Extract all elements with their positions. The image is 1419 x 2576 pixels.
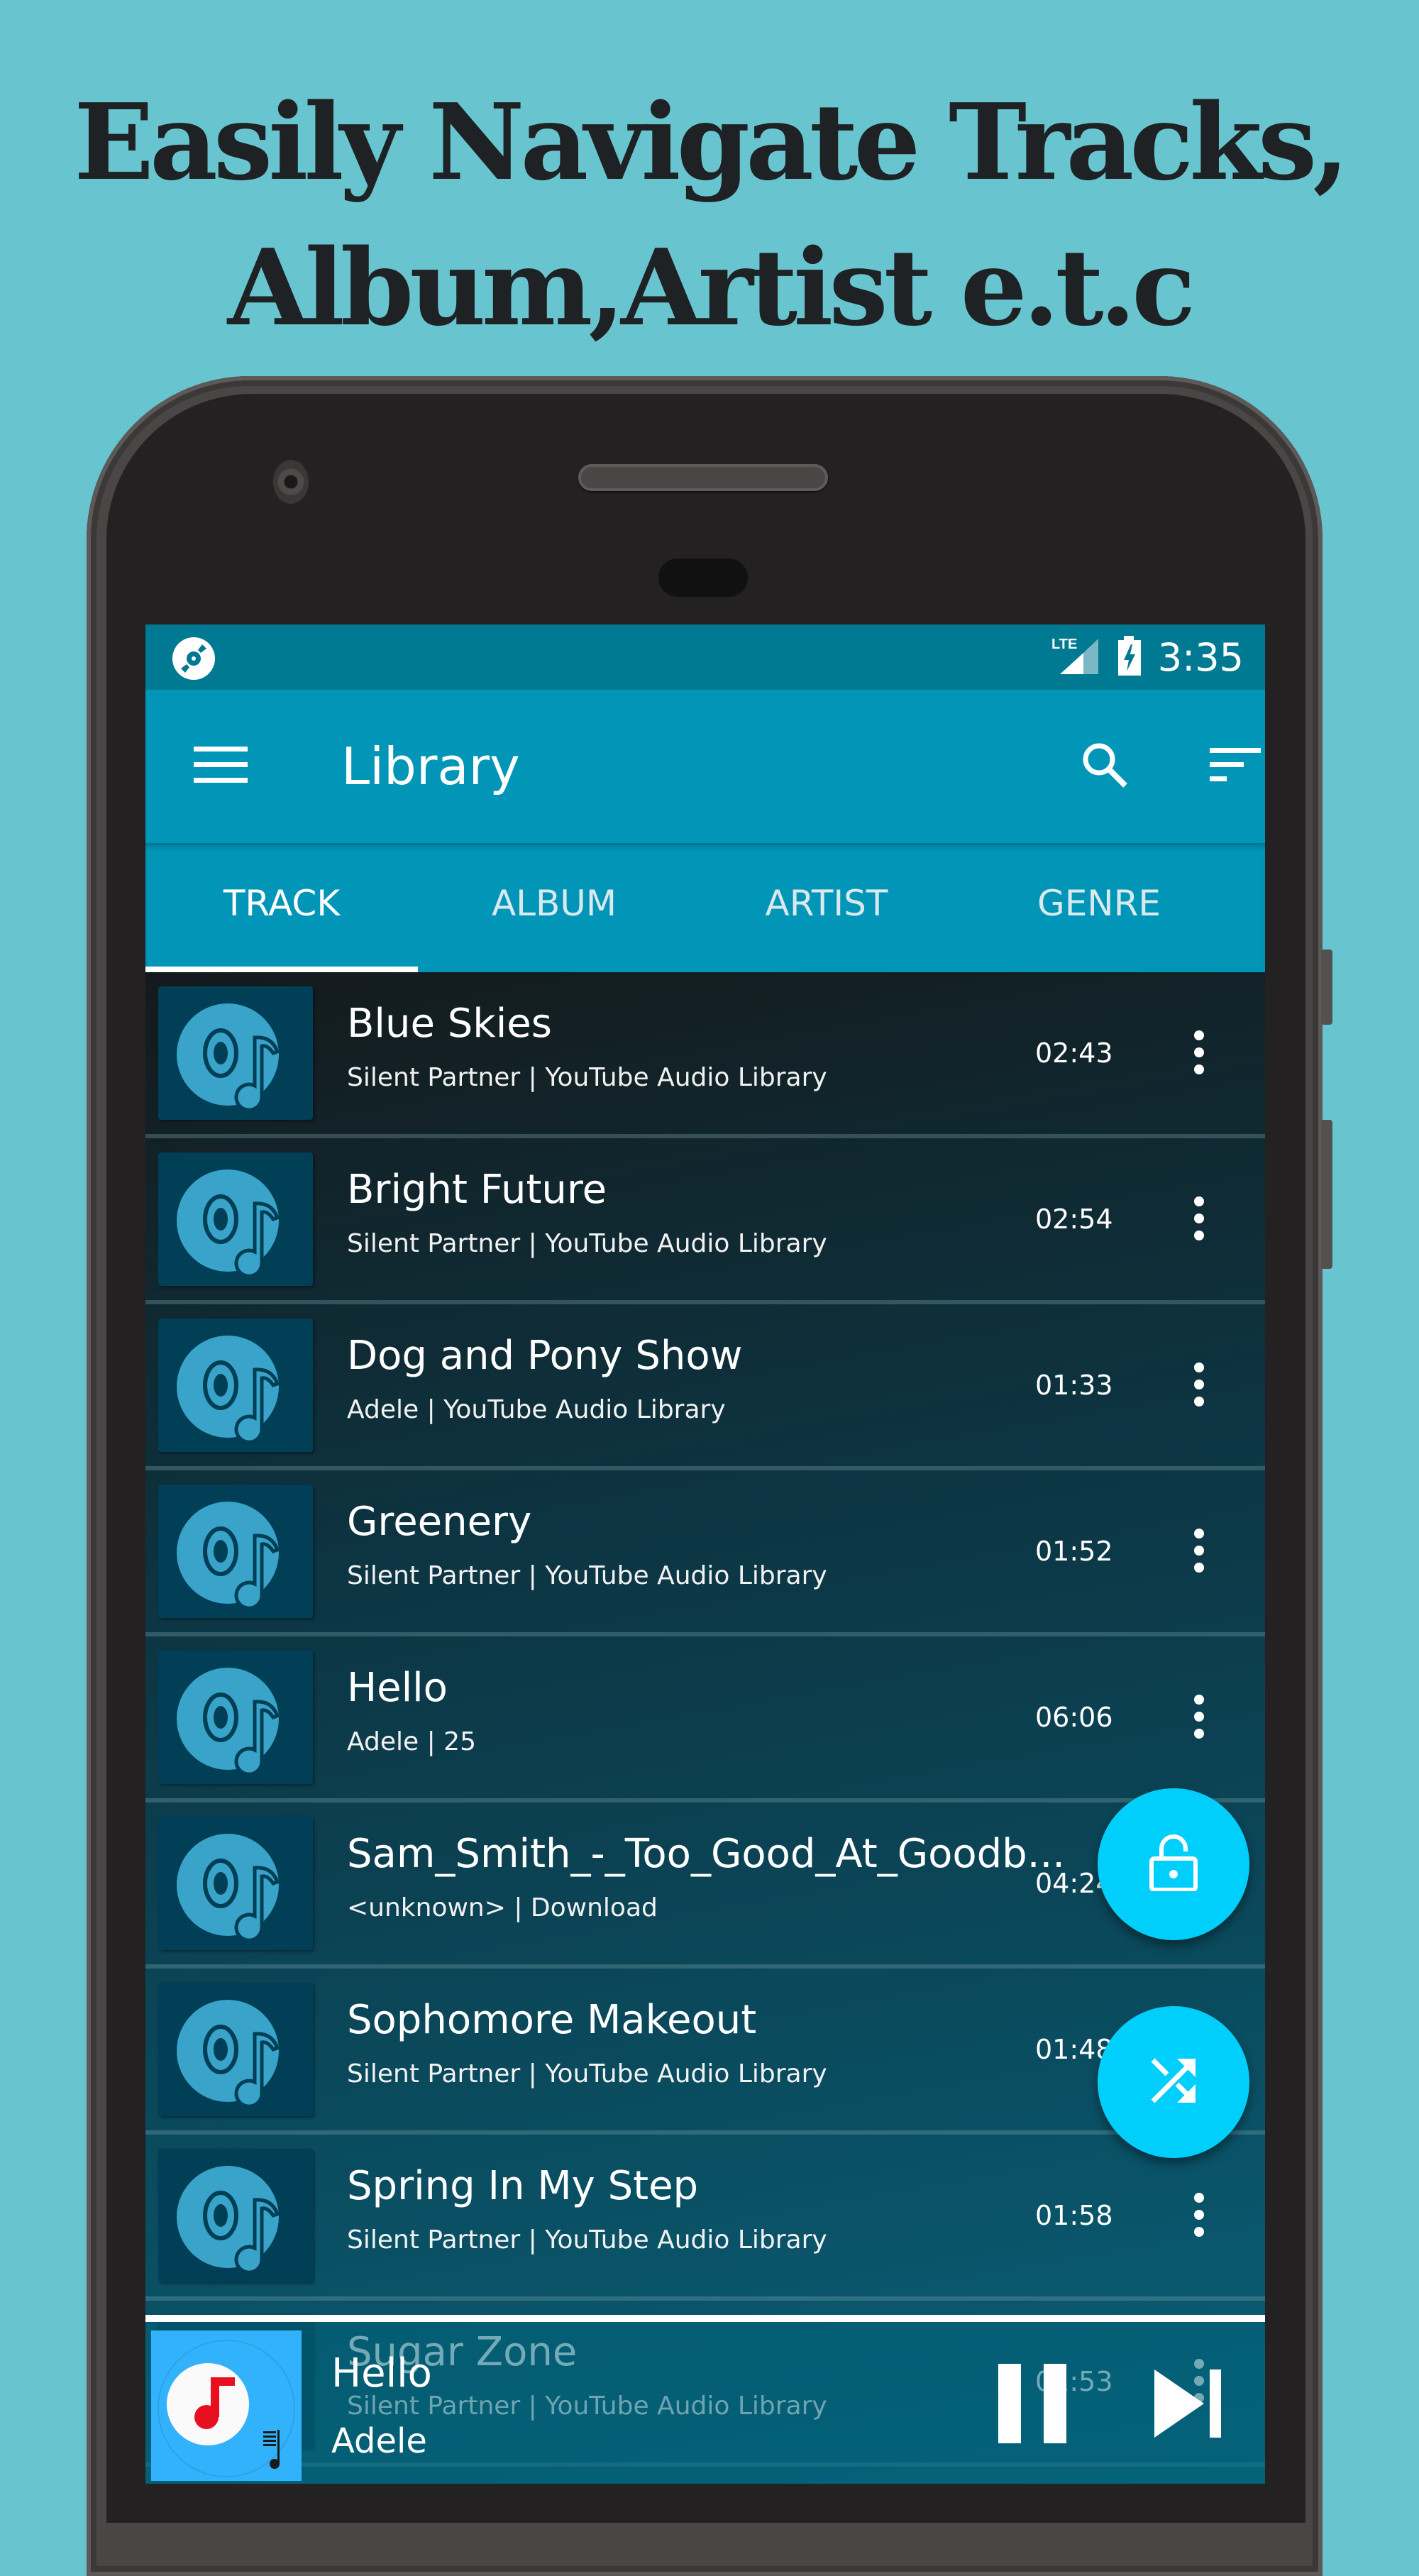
track-title: Bright Future [347,1167,607,1213]
volume-button [1321,1120,1332,1269]
music-disc-icon [177,1668,280,1776]
track-duration: 06:06 [1035,1702,1113,1733]
lte-signal-icon: LTE [1051,634,1101,681]
track-subtitle: Silent Partner | YouTube Audio Library [347,1229,827,1258]
hamburger-menu-button[interactable] [185,731,256,802]
page-title: Library [341,737,520,796]
music-disc-icon [177,1834,280,1942]
track-duration: 01:52 [1035,1536,1113,1567]
tab-track[interactable]: TRACK [145,843,418,972]
track-duration: 02:43 [1035,1037,1113,1069]
disc-icon [171,636,216,681]
tab-genre[interactable]: GENRE [963,843,1235,972]
track-subtitle: Silent Partner | YouTube Audio Library [347,2059,827,2088]
music-disc-icon [177,2166,280,2274]
track-subtitle: Silent Partner | YouTube Audio Library [347,2225,827,2255]
track-row[interactable]: Spring In My Step Silent Partner | YouTu… [145,2135,1265,2301]
music-disc-icon [177,1003,280,1112]
lock-button[interactable] [1098,1788,1249,1940]
headline-line-1: Easily Navigate Tracks, [74,80,1349,204]
more-vert-icon [1192,1196,1206,1245]
tab-album[interactable]: ALBUM [418,843,690,972]
track-row[interactable]: Blue Skies Silent Partner | YouTube Audi… [145,972,1265,1138]
power-button [1321,950,1332,1025]
now-playing-artist: Adele [331,2421,427,2461]
track-artwork [158,2149,313,2282]
track-subtitle: Adele | YouTube Audio Library [347,1395,726,1424]
track-title: Greenery [347,1499,532,1545]
track-row[interactable]: Greenery Silent Partner | YouTube Audio … [145,1470,1265,1636]
search-icon [1080,740,1130,793]
headline-line-2: Album,Artist e.t.c [227,226,1196,349]
now-playing-artwork [151,2330,302,2481]
svg-text:LTE: LTE [1051,637,1077,652]
status-bar: LTE 3:35 [145,624,1265,690]
track-artwork [158,1983,313,2116]
more-vert-icon [1192,1694,1206,1743]
track-artwork [158,1152,313,1286]
track-title: Dog and Pony Show [347,1333,743,1379]
shuffle-button[interactable] [1098,2006,1249,2158]
track-title: Sam_Smith_-_Too_Good_At_Goodb... [347,1831,1066,1877]
track-row[interactable]: Sophomore Makeout Silent Partner | YouTu… [145,1969,1265,2135]
app-toolbar: Library [145,690,1265,843]
track-list[interactable]: Blue Skies Silent Partner | YouTube Audi… [145,972,1265,2484]
track-artwork [158,1319,313,1452]
more-vert-icon [1192,1528,1206,1577]
skip-next-button[interactable] [1132,2352,1245,2458]
track-duration: 01:33 [1035,1370,1113,1401]
more-vert-icon [1192,1362,1206,1411]
track-more-button[interactable] [1167,1188,1231,1252]
hamburger-menu-icon [194,745,248,788]
track-artwork [158,986,313,1120]
track-title: Spring In My Step [347,2163,699,2209]
music-disc-icon [177,1502,280,1610]
track-subtitle: Adele | 25 [347,1727,476,1756]
music-disc-icon [177,1336,280,1444]
more-vert-icon [1192,1030,1206,1079]
shuffle-icon [1149,2056,1198,2109]
sort-button[interactable] [1200,731,1265,802]
track-artwork [158,1817,313,1950]
clock: 3:35 [1157,634,1244,680]
track-subtitle: Silent Partner | YouTube Audio Library [347,1561,827,1590]
lock-open-icon [1149,1834,1198,1895]
track-more-button[interactable] [1167,1686,1231,1750]
app-screen: LTE 3:35 Library TRACK ALBUM ARTIST GENR… [145,624,1265,2484]
track-more-button[interactable] [1167,1022,1231,1086]
track-row[interactable]: Bright Future Silent Partner | YouTube A… [145,1138,1265,1304]
track-row[interactable]: Hello Adele | 25 06:06 [145,1636,1265,1802]
track-row[interactable]: Sam_Smith_-_Too_Good_At_Goodb... <unknow… [145,1802,1265,1969]
music-disc-icon [177,1169,280,1278]
now-playing-title: Hello [331,2350,432,2396]
track-subtitle: <unknown> | Download [347,1893,658,1922]
tab-artist[interactable]: ARTIST [690,843,963,972]
track-title: Hello [347,1665,448,1711]
track-artwork [158,1485,313,1618]
track-subtitle: Silent Partner | YouTube Audio Library [347,1063,827,1092]
front-camera [273,460,309,504]
skip-next-icon [1154,2369,1222,2441]
battery-charging-icon [1115,634,1144,681]
track-more-button[interactable] [1167,1520,1231,1584]
earpiece-speaker [578,464,828,491]
music-disc-icon [177,2000,280,2108]
pause-button[interactable] [976,2352,1089,2458]
track-artwork [158,1651,313,1784]
sort-icon [1210,747,1261,786]
library-tabs: TRACK ALBUM ARTIST GENRE [145,843,1265,972]
track-more-button[interactable] [1167,2184,1231,2248]
track-title: Blue Skies [347,1001,552,1047]
track-duration: 01:58 [1035,2200,1113,2231]
track-row[interactable]: Dog and Pony Show Adele | YouTube Audio … [145,1304,1265,1470]
track-more-button[interactable] [1167,1354,1231,1418]
track-title: Sophomore Makeout [347,1997,757,2043]
track-duration: 02:54 [1035,1204,1113,1235]
more-vert-icon [1192,2192,1206,2241]
active-tab-indicator [145,967,418,972]
mini-player[interactable]: Hello Adele [145,2315,1265,2484]
proximity-sensor [658,558,748,597]
pause-icon [998,2363,1066,2447]
search-button[interactable] [1069,731,1140,802]
